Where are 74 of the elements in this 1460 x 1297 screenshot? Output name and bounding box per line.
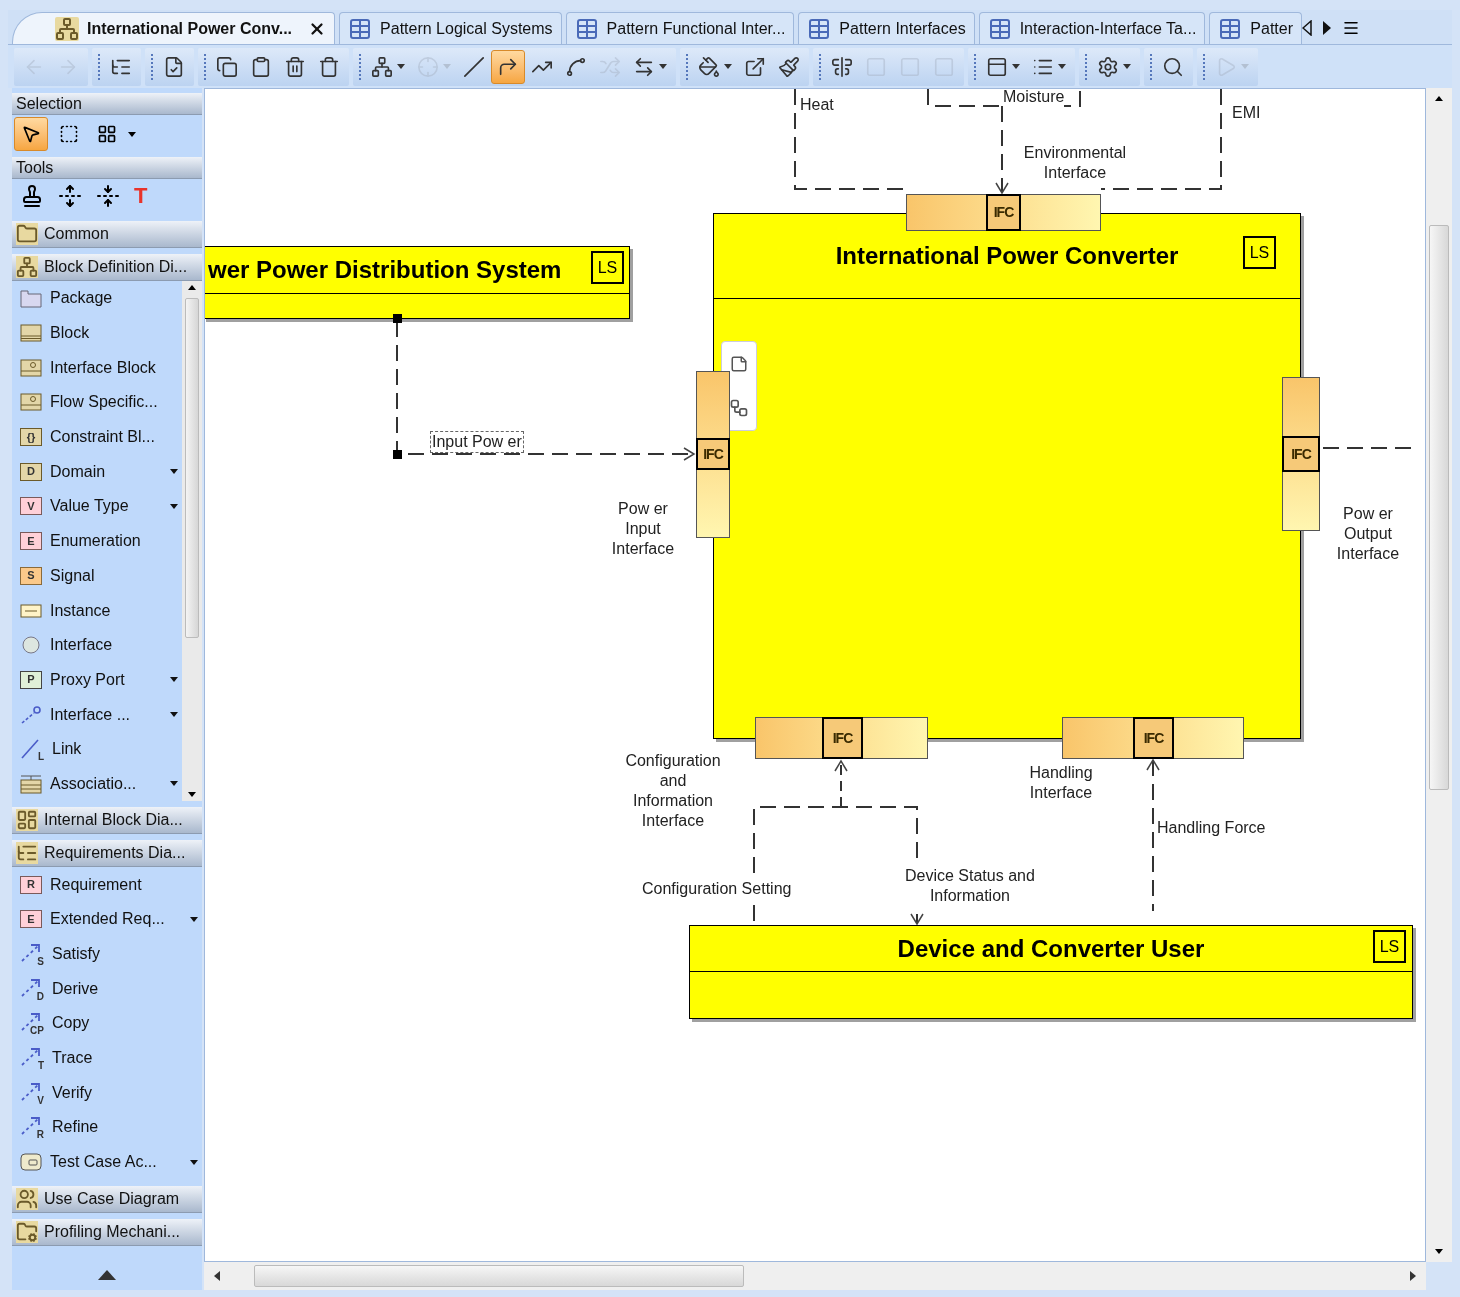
palette-item[interactable]: Instance bbox=[50, 598, 178, 623]
port[interactable]: IFC bbox=[696, 371, 730, 538]
stereotype-badge: LS bbox=[1373, 930, 1406, 963]
interface-tag: IFC bbox=[1282, 436, 1320, 472]
palette-item[interactable]: Extended Req... bbox=[50, 907, 198, 932]
palette-item[interactable]: Interface bbox=[50, 633, 178, 658]
stereotype-icon: {} bbox=[20, 428, 42, 447]
stereotype-icon: S bbox=[20, 566, 42, 585]
palette-item[interactable]: Associatio... bbox=[50, 771, 178, 796]
flow-label: Input Pow er bbox=[430, 431, 524, 453]
port[interactable]: IFC bbox=[1282, 377, 1320, 531]
palette-item[interactable]: Enumeration bbox=[50, 529, 178, 554]
port-label: Pow er Input Interface bbox=[610, 499, 676, 559]
palette-item[interactable]: Interface ... bbox=[50, 702, 178, 727]
palette-group-header[interactable]: Profiling Mechani... bbox=[12, 1218, 202, 1246]
palette-group-header[interactable]: Use Case Diagram bbox=[12, 1185, 202, 1213]
palette-item[interactable]: Derive bbox=[52, 976, 198, 1001]
tab[interactable]: Pattern Logical Systems bbox=[339, 12, 562, 44]
palette-item[interactable]: Satisfy bbox=[52, 942, 198, 967]
flow-label: Device Status and Information bbox=[905, 866, 1035, 906]
interface-tag: IFC bbox=[1133, 717, 1174, 759]
palette-item[interactable]: Constraint Bl... bbox=[50, 425, 178, 450]
tab[interactable]: International Power Conv... bbox=[12, 12, 336, 44]
stereotype-badge: LS bbox=[1243, 236, 1276, 269]
palette-item[interactable]: Proxy Port bbox=[50, 667, 178, 692]
block-title: International Power Converter bbox=[835, 241, 1179, 271]
port[interactable]: IFC bbox=[1062, 717, 1244, 759]
palette-item[interactable]: Link bbox=[52, 737, 178, 762]
port[interactable]: IFC bbox=[755, 717, 928, 759]
tab[interactable]: Pattern Functional Inter... bbox=[565, 12, 795, 44]
stereotype-icon: R bbox=[20, 875, 42, 894]
port[interactable]: IFC bbox=[906, 194, 1101, 231]
stereotype-icon: P bbox=[20, 670, 42, 689]
flow-label: Moisture bbox=[1003, 89, 1065, 107]
palette-group-header[interactable]: Common bbox=[12, 221, 202, 248]
palette-item[interactable]: Verify bbox=[52, 1080, 198, 1105]
palette-item[interactable]: Interface Block bbox=[50, 355, 178, 380]
palette-item[interactable]: Block bbox=[50, 321, 178, 346]
block[interactable]: Device and Converter User LS bbox=[689, 925, 1413, 1019]
block-title: wer Power Distribution System bbox=[208, 255, 562, 285]
block[interactable]: wer Power Distribution System LS bbox=[205, 246, 630, 319]
palette-item[interactable]: Package bbox=[50, 286, 178, 311]
interface-tag: IFC bbox=[986, 194, 1021, 231]
port-label: Environmental Interface bbox=[1022, 143, 1128, 183]
palette-item[interactable]: Signal bbox=[50, 563, 178, 588]
port-label: Pow er Output Interface bbox=[1335, 504, 1401, 564]
flow-label: Configuration Setting bbox=[642, 879, 792, 899]
flow-label: Handling Force bbox=[1157, 818, 1266, 838]
palette-group-header[interactable]: Internal Block Dia... bbox=[12, 807, 202, 835]
tab[interactable]: Interaction-Interface Ta... bbox=[978, 12, 1206, 44]
stereotype-icon: E bbox=[20, 532, 42, 551]
palette-item[interactable]: Test Case Ac... bbox=[50, 1150, 198, 1175]
port-label: Handling Interface bbox=[1028, 763, 1094, 803]
block-title: Device and Converter User bbox=[897, 933, 1205, 964]
stereotype-icon: D bbox=[20, 462, 42, 481]
palette-item[interactable]: Flow Specific... bbox=[50, 390, 178, 415]
port-label: Configuration and Information Interface bbox=[624, 751, 722, 831]
tab[interactable]: Patter bbox=[1209, 12, 1303, 44]
interface-tag: IFC bbox=[696, 438, 730, 470]
stereotype-icon: V bbox=[20, 497, 42, 516]
palette-item[interactable]: Trace bbox=[52, 1046, 198, 1071]
palette-item[interactable]: Refine bbox=[52, 1115, 198, 1140]
stereotype-icon: E bbox=[20, 910, 42, 929]
interface-tag: IFC bbox=[822, 717, 863, 759]
palette-item[interactable]: Domain bbox=[50, 459, 178, 484]
palette-header: Tools bbox=[12, 157, 202, 179]
palette-group-header[interactable]: Requirements Dia... bbox=[12, 840, 202, 868]
stereotype-badge: LS bbox=[591, 251, 624, 284]
palette-item[interactable]: Value Type bbox=[50, 494, 178, 519]
palette-header: Selection bbox=[12, 93, 202, 115]
palette-group-header[interactable]: Block Definition Di... bbox=[12, 254, 202, 281]
tab[interactable]: Pattern Interfaces bbox=[798, 12, 975, 44]
palette-item[interactable]: Requirement bbox=[50, 872, 198, 897]
palette-item[interactable]: Copy bbox=[52, 1011, 198, 1036]
